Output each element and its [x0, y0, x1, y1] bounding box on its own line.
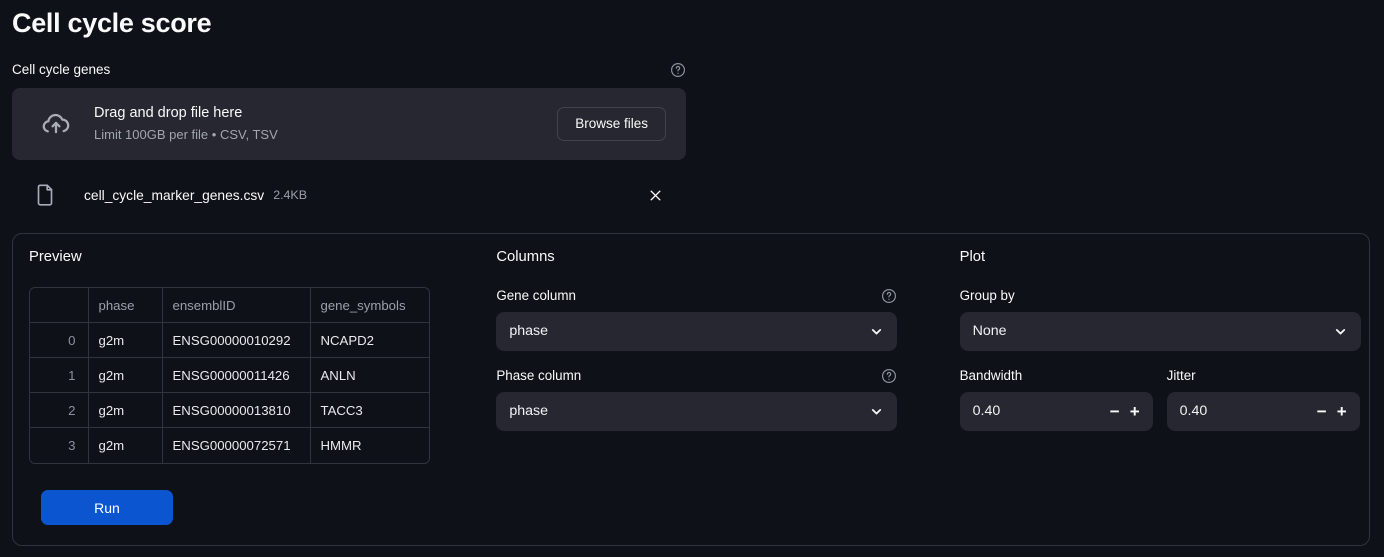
gene-column-select[interactable]: phase	[496, 311, 898, 351]
dropzone-sub-text: Limit 100GB per file • CSV, TSV	[94, 126, 278, 142]
chevron-down-icon	[1333, 324, 1348, 339]
cell-phase: g2m	[88, 392, 163, 429]
gene-column-label-row: Gene column	[496, 287, 897, 305]
column-header-ensemblid: ensemblID	[162, 287, 311, 324]
chevron-down-icon	[869, 324, 884, 339]
uploaded-file-row: cell_cycle_marker_genes.csv 2.4KB	[12, 172, 686, 218]
phase-column-field: Phase column phase	[496, 367, 898, 431]
gene-column-label: Gene column	[496, 288, 576, 304]
column-header-index	[30, 287, 89, 324]
help-circle-icon[interactable]	[881, 288, 897, 304]
group-by-select[interactable]: None	[959, 311, 1361, 351]
cell-ensemblid: ENSG00000072571	[162, 427, 311, 463]
preview-title: Preview	[29, 249, 82, 265]
cell-index: 3	[30, 427, 89, 463]
jitter-label-row: Jitter	[1167, 367, 1360, 385]
cell-index: 1	[30, 357, 89, 394]
numeric-fields-row: Bandwidth 0.40 − + Jitter 0.40 − +	[959, 367, 1369, 431]
cell-index: 2	[30, 392, 89, 429]
cloud-upload-icon	[34, 102, 78, 146]
preview-table: phase ensemblID gene_symbols 0 g2m ENSG0…	[30, 287, 429, 463]
phase-column-label: Phase column	[496, 368, 582, 384]
jitter-increment-button[interactable]: +	[1332, 398, 1352, 424]
preview-column: Preview phase ensemblID gene_symbols 0 g…	[13, 250, 480, 545]
columns-title: Columns	[496, 249, 555, 265]
cell-phase: g2m	[88, 357, 163, 394]
run-button[interactable]: Run	[41, 490, 173, 525]
file-document-icon	[28, 178, 62, 212]
table-row: 1 g2m ENSG00000011426 ANLN	[30, 357, 429, 394]
file-dropzone[interactable]: Drag and drop file here Limit 100GB per …	[12, 88, 686, 160]
bandwidth-value[interactable]: 0.40	[973, 403, 1105, 419]
cell-phase: g2m	[88, 427, 163, 463]
column-header-phase: phase	[88, 287, 163, 324]
uploader-label: Cell cycle genes	[12, 62, 111, 78]
group-by-label-row: Group by	[960, 287, 1361, 305]
help-circle-icon[interactable]	[670, 62, 686, 78]
preview-table-body: 0 g2m ENSG00000010292 NCAPD2 1 g2m ENSG0…	[30, 322, 429, 463]
card-columns: Preview phase ensemblID gene_symbols 0 g…	[13, 234, 1369, 545]
table-header-row: phase ensemblID gene_symbols	[30, 287, 429, 324]
table-row: 0 g2m ENSG00000010292 NCAPD2	[30, 322, 429, 359]
jitter-decrement-button[interactable]: −	[1312, 398, 1332, 424]
column-header-gene-symbols: gene_symbols	[310, 287, 429, 324]
dropzone-main-text: Drag and drop file here	[94, 105, 243, 122]
cell-index: 0	[30, 322, 89, 359]
table-row: 2 g2m ENSG00000013810 TACC3	[30, 392, 429, 429]
uploaded-file-size: 2.4KB	[273, 188, 307, 202]
cell-ensemblid: ENSG00000011426	[162, 357, 311, 394]
plot-column: Plot Group by None Bandwidth 0.40 − + Ji…	[948, 250, 1369, 545]
page-title: Cell cycle score	[12, 8, 212, 38]
uploader-label-row: Cell cycle genes	[12, 61, 686, 79]
help-circle-icon[interactable]	[881, 368, 897, 384]
jitter-stepper[interactable]: 0.40 − +	[1166, 391, 1360, 431]
cell-gene-symbol: HMMR	[320, 438, 362, 454]
bandwidth-label-row: Bandwidth	[960, 367, 1153, 385]
columns-column: Columns Gene column phase Phase column p…	[480, 250, 947, 545]
phase-column-selected-value: phase	[509, 403, 548, 420]
app-page: Cell cycle score Cell cycle genes Drag a…	[0, 0, 1384, 557]
table-row: 3 g2m ENSG00000072571 HMMR	[30, 427, 429, 463]
gene-column-field: Gene column phase	[496, 287, 898, 351]
group-by-field: Group by None	[959, 287, 1361, 351]
cell-phase: g2m	[88, 322, 163, 359]
dropzone-text: Drag and drop file here Limit 100GB per …	[94, 104, 557, 144]
group-by-label: Group by	[959, 288, 1015, 304]
cell-gene-symbol: NCAPD2	[310, 322, 429, 359]
cell-gene-symbol: TACC3	[310, 392, 429, 429]
chevron-down-icon	[869, 404, 884, 419]
cell-ensemblid: ENSG00000010292	[162, 322, 311, 359]
plot-title: Plot	[959, 249, 986, 265]
close-icon[interactable]	[640, 180, 670, 210]
uploaded-file-name: cell_cycle_marker_genes.csv	[84, 187, 265, 203]
bandwidth-stepper[interactable]: 0.40 − +	[959, 391, 1153, 431]
jitter-label: Jitter	[1166, 368, 1196, 384]
cell-gene-symbol: ANLN	[310, 357, 429, 394]
bandwidth-field: Bandwidth 0.40 − +	[959, 367, 1153, 431]
settings-card: Preview phase ensemblID gene_symbols 0 g…	[12, 233, 1370, 546]
bandwidth-label: Bandwidth	[959, 368, 1023, 384]
phase-column-select[interactable]: phase	[496, 391, 898, 431]
jitter-value[interactable]: 0.40	[1180, 403, 1312, 419]
gene-column-selected-value: phase	[509, 323, 548, 340]
bandwidth-decrement-button[interactable]: −	[1105, 398, 1125, 424]
cell-ensemblid: ENSG00000013810	[162, 392, 311, 429]
browse-files-button[interactable]: Browse files	[557, 106, 666, 142]
jitter-field: Jitter 0.40 − +	[1166, 367, 1360, 431]
group-by-selected-value: None	[972, 323, 1007, 340]
preview-table-head: phase ensemblID gene_symbols	[30, 287, 429, 324]
phase-column-label-row: Phase column	[496, 367, 897, 385]
bandwidth-increment-button[interactable]: +	[1125, 398, 1145, 424]
preview-table-wrapper: phase ensemblID gene_symbols 0 g2m ENSG0…	[29, 286, 430, 464]
